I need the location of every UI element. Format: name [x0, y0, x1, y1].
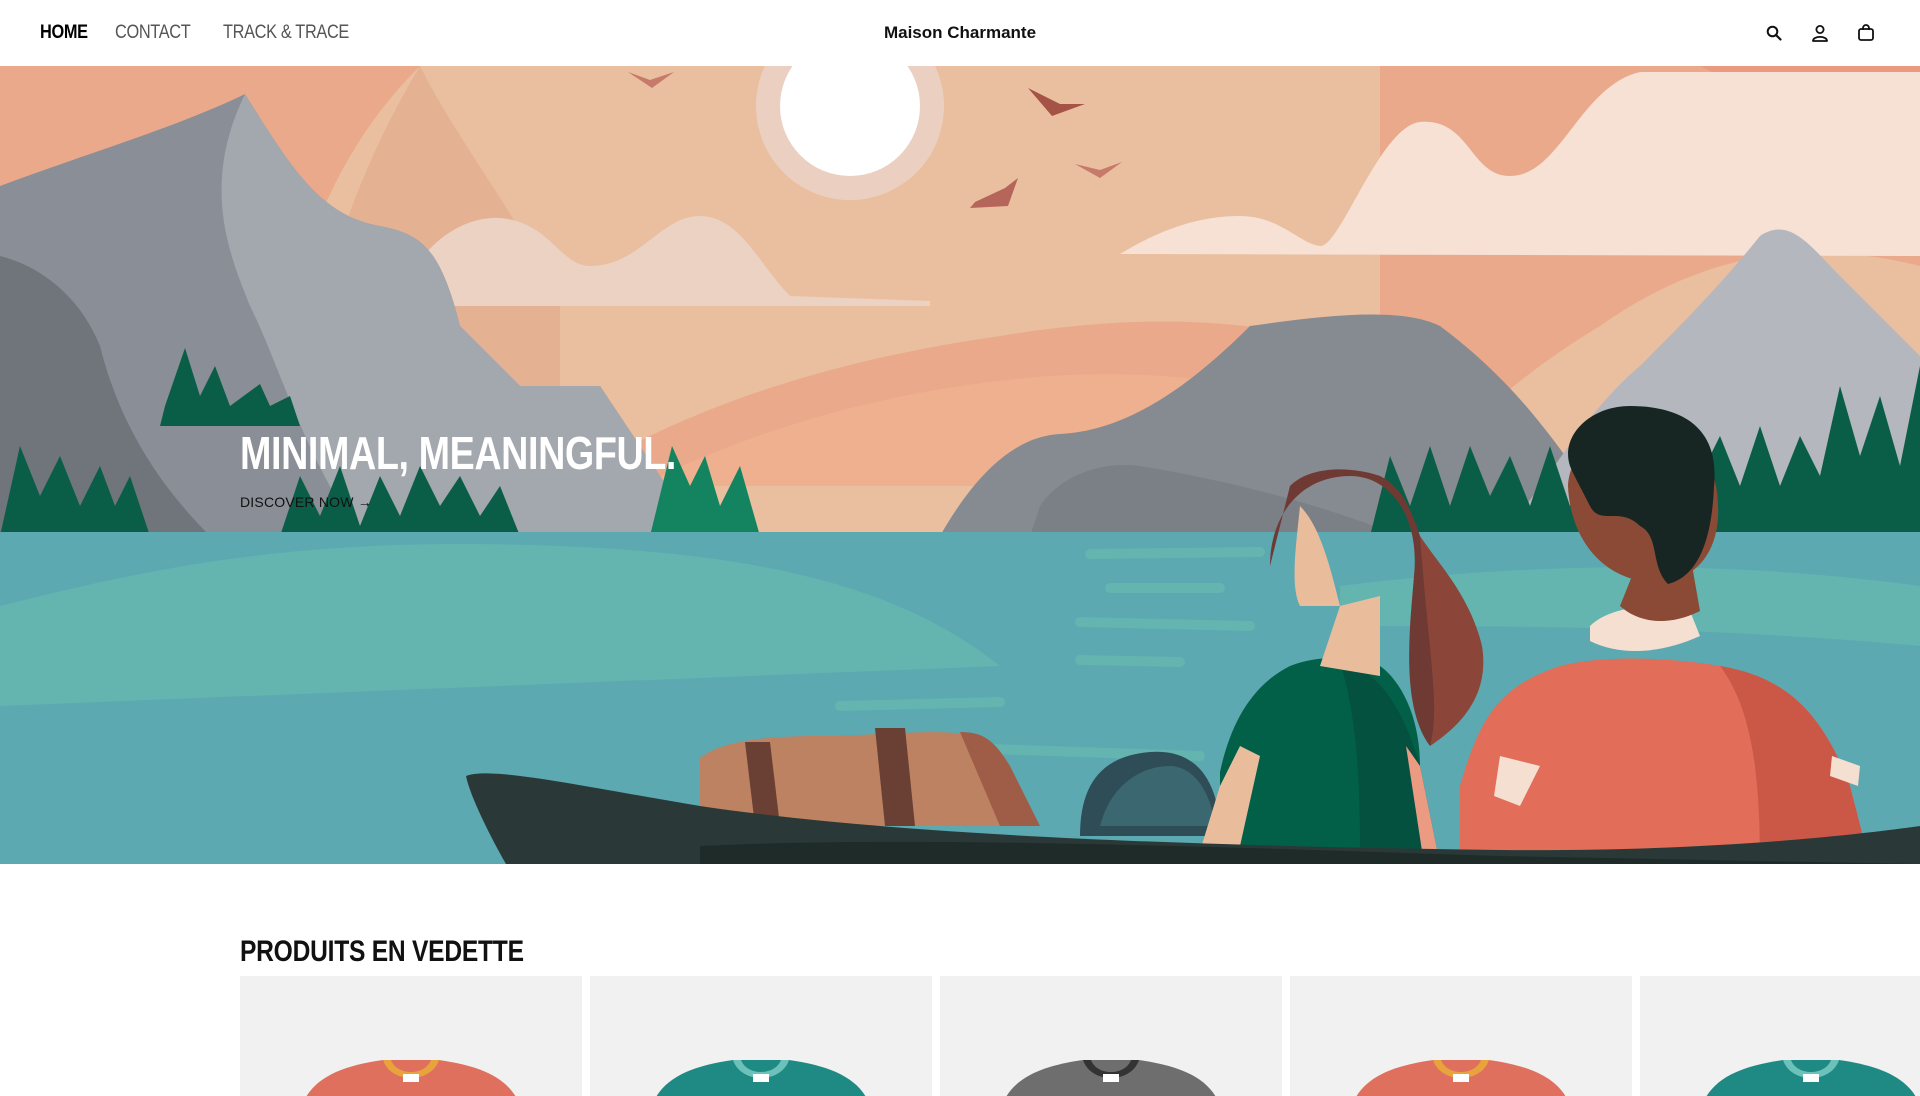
search-icon[interactable]: [1764, 23, 1784, 43]
product-card[interactable]: [590, 976, 932, 1096]
featured-products-title: PRODUITS EN VEDETTE: [240, 934, 524, 968]
nav-track-trace[interactable]: TRACK & TRACE: [223, 22, 349, 44]
tshirt-icon: [656, 1060, 866, 1096]
cart-icon[interactable]: [1856, 23, 1876, 43]
account-icon[interactable]: [1810, 23, 1830, 43]
nav-home[interactable]: HOME: [40, 22, 88, 44]
hero-banner: MINIMAL, MEANINGFUL. DISCOVER NOW →: [0, 66, 1920, 864]
product-card[interactable]: [240, 976, 582, 1096]
hero-text: MINIMAL, MEANINGFUL. DISCOVER NOW →: [240, 426, 772, 510]
product-card[interactable]: [940, 976, 1282, 1096]
tshirt-icon: [1006, 1060, 1216, 1096]
hero-title: MINIMAL, MEANINGFUL.: [240, 427, 677, 479]
discover-now-link[interactable]: DISCOVER NOW →: [240, 494, 772, 510]
site-header: HOME CONTACT TRACK & TRACE Maison Charma…: [0, 0, 1920, 66]
featured-products-list: [240, 976, 1920, 1096]
nav-contact[interactable]: CONTACT: [115, 22, 191, 44]
tshirt-icon: [306, 1060, 516, 1096]
tshirt-icon: [1706, 1060, 1916, 1096]
tshirt-icon: [1356, 1060, 1566, 1096]
brand-name[interactable]: Maison Charmante: [884, 23, 1036, 42]
product-card[interactable]: [1640, 976, 1920, 1096]
header-icons: [1764, 0, 1876, 66]
main-nav: HOME CONTACT TRACK & TRACE: [40, 0, 370, 66]
product-card[interactable]: [1290, 976, 1632, 1096]
